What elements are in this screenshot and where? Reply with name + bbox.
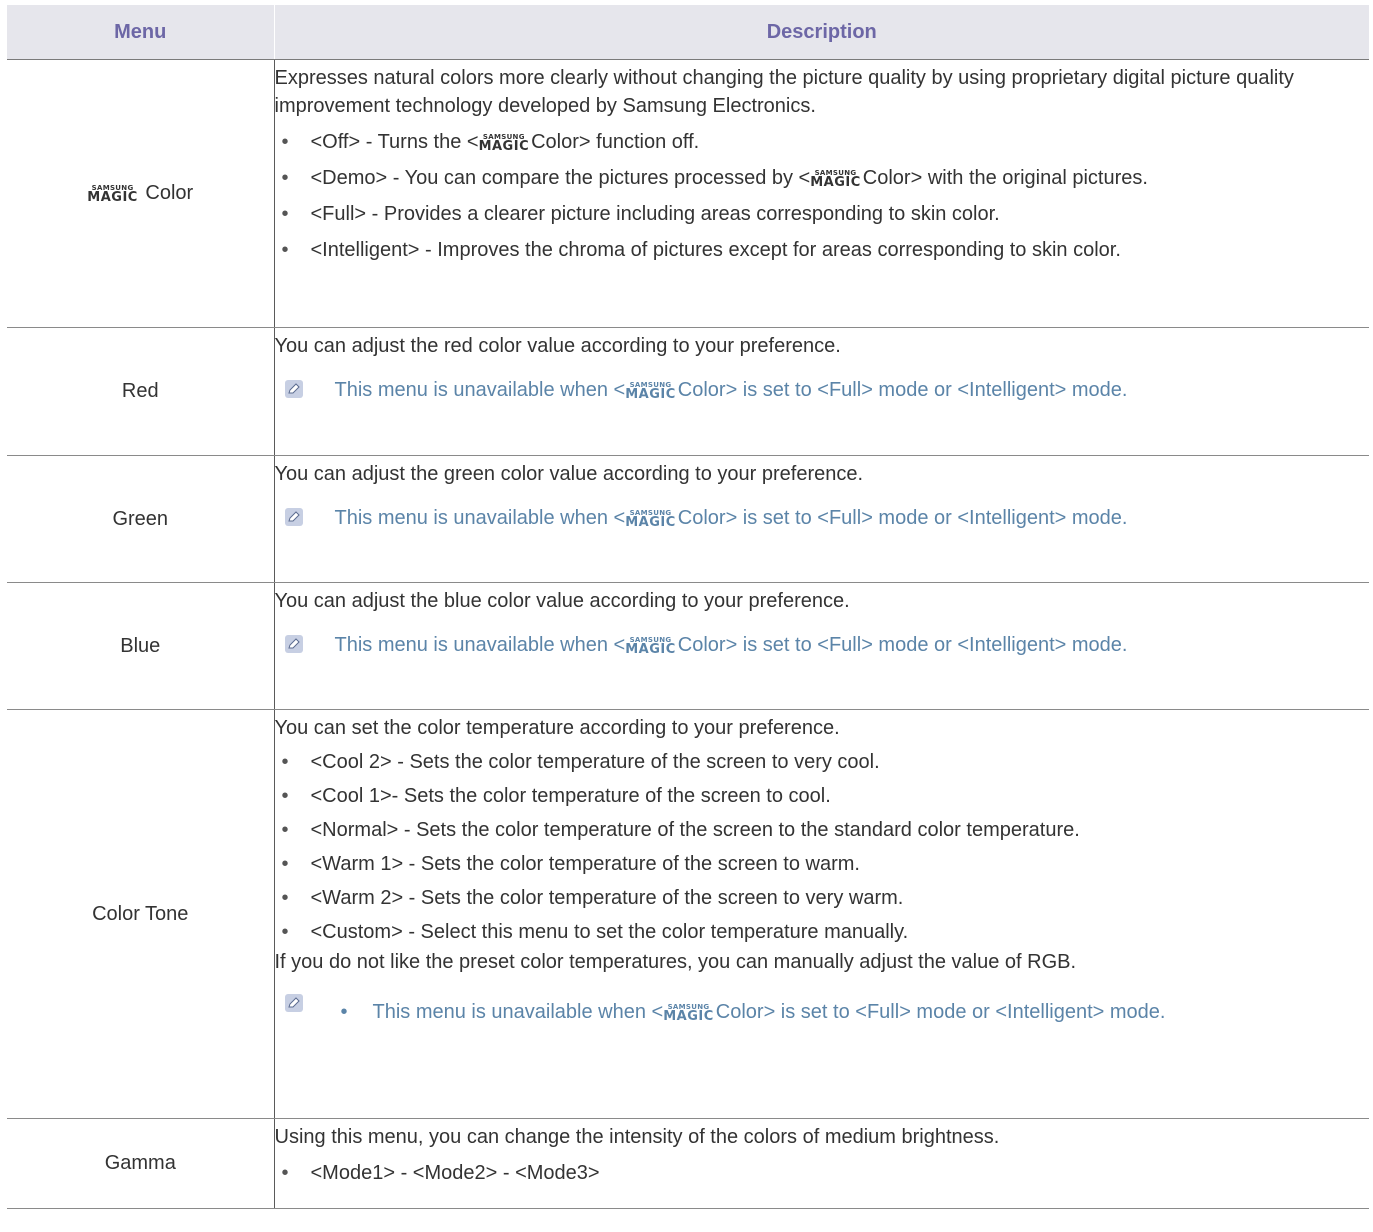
description-cell: You can adjust the red color value accor… xyxy=(274,327,1370,456)
table-header-row: Menu Description xyxy=(7,5,1369,60)
option-list: • <Cool 2> - Sets the color temperature o… xyxy=(275,748,1370,946)
menu-blue: Blue xyxy=(7,582,275,710)
description-text: If you do not like the preset color temp… xyxy=(274,951,1077,973)
note-pencil-icon xyxy=(284,508,303,526)
table-row: Green You can adjust the green color val… xyxy=(7,455,1370,583)
table-row: Gamma Using this menu, you can change th… xyxy=(7,1118,1370,1209)
table-row: Blue You can adjust the blue color value… xyxy=(7,582,1370,710)
bullet: • xyxy=(281,203,289,225)
menu-label: Color xyxy=(145,182,194,204)
menu-magic-color: SAMSUNG MAGIC Color xyxy=(7,59,275,328)
bullet: • xyxy=(281,887,289,909)
note-pencil-icon xyxy=(284,994,303,1012)
note: This menu is unavailable when < SAMSUNG MA… xyxy=(275,376,1370,404)
table-row: Red You can adjust the red color value a… xyxy=(7,327,1370,456)
description-cell: You can set the color temperature accord… xyxy=(274,709,1370,1119)
bullet: • xyxy=(281,1162,289,1184)
bullet: • xyxy=(281,853,289,875)
list-item: • <Normal> - Sets the color temperature o… xyxy=(275,816,1370,844)
settings-table: Menu Description SAMSUNG MAGIC Color Expr… xyxy=(7,5,1369,1209)
bullet: • xyxy=(281,131,289,153)
menu-gamma: Gamma xyxy=(7,1118,275,1209)
bullet: • xyxy=(281,785,289,807)
description-cell: You can adjust the green color value acc… xyxy=(274,455,1370,583)
list-item: • <Mode1> - <Mode2> - <Mode3> xyxy=(275,1159,1370,1187)
option-list: • <Off> - Turns the < SAMSUNG MAGIC Color> f… xyxy=(275,128,1370,264)
description-text: You can set the color temperature accord… xyxy=(274,717,840,739)
note: This menu is unavailable when < SAMSUNG MA… xyxy=(275,631,1370,659)
samsung-magic-logo: SAMSUNG MAGIC xyxy=(625,509,676,530)
description-text: You can adjust the red color value accor… xyxy=(274,335,841,357)
list-item: • <Cool 1>- Sets the color temperature of… xyxy=(275,782,1370,810)
list-item: • <Intelligent> - Improves the chroma of … xyxy=(275,236,1370,264)
description-text: Expresses natural colors more clearly wi… xyxy=(274,67,1294,117)
description-text: Using this menu, you can change the inte… xyxy=(274,1126,1000,1148)
samsung-magic-logo: SAMSUNG MAGIC xyxy=(478,133,530,154)
samsung-magic-logo: SAMSUNG MAGIC xyxy=(625,381,676,402)
samsung-magic-logo: SAMSUNG MAGIC xyxy=(663,1003,714,1024)
list-item: • <Off> - Turns the < SAMSUNG MAGIC Color> f… xyxy=(275,128,1370,156)
description-cell: Expresses natural colors more clearly wi… xyxy=(274,59,1370,328)
table-row: Color Tone You can set the color tempera… xyxy=(7,709,1370,1119)
bullet: • xyxy=(281,751,289,773)
description-cell: You can adjust the blue color value acco… xyxy=(274,582,1370,710)
list-item: • <Warm 2> - Sets the color temperature o… xyxy=(275,884,1370,912)
list-item: • <Warm 1> - Sets the color temperature o… xyxy=(275,850,1370,878)
list-item: • <Custom> - Select this menu to set the … xyxy=(275,918,1370,946)
samsung-magic-logo: SAMSUNG MAGIC xyxy=(87,184,138,205)
menu-red: Red xyxy=(7,327,275,456)
list-item: • <Demo> - You can compare the pictures p… xyxy=(275,164,1370,192)
description-text: You can adjust the green color value acc… xyxy=(274,463,864,485)
table-row: SAMSUNG MAGIC Color Expresses natural col… xyxy=(7,59,1370,328)
bullet: • xyxy=(340,1001,348,1023)
note-pencil-icon xyxy=(284,380,303,398)
list-item: • <Full> - Provides a clearer picture inc… xyxy=(275,200,1370,228)
menu-green: Green xyxy=(7,455,275,583)
bullet: • xyxy=(281,921,289,943)
note-pencil-icon xyxy=(284,635,303,653)
description-cell: Using this menu, you can change the inte… xyxy=(274,1118,1370,1209)
description-text: You can adjust the blue color value acco… xyxy=(274,590,850,612)
header-description: Description xyxy=(274,5,1369,60)
samsung-magic-logo: SAMSUNG MAGIC xyxy=(810,169,861,190)
samsung-magic-logo: SAMSUNG MAGIC xyxy=(625,636,676,657)
bullet: • xyxy=(281,819,289,841)
bullet: • xyxy=(281,167,289,189)
note: • This menu is unavailable when < SAMSUNG… xyxy=(275,994,1370,1026)
header-menu: Menu xyxy=(7,5,275,60)
list-item: • <Cool 2> - Sets the color temperature o… xyxy=(275,748,1370,776)
note: This menu is unavailable when < SAMSUNG MA… xyxy=(275,504,1370,532)
option-list: • <Mode1> - <Mode2> - <Mode3> xyxy=(275,1159,1370,1187)
bullet: • xyxy=(281,239,289,261)
menu-color-tone: Color Tone xyxy=(7,709,275,1119)
